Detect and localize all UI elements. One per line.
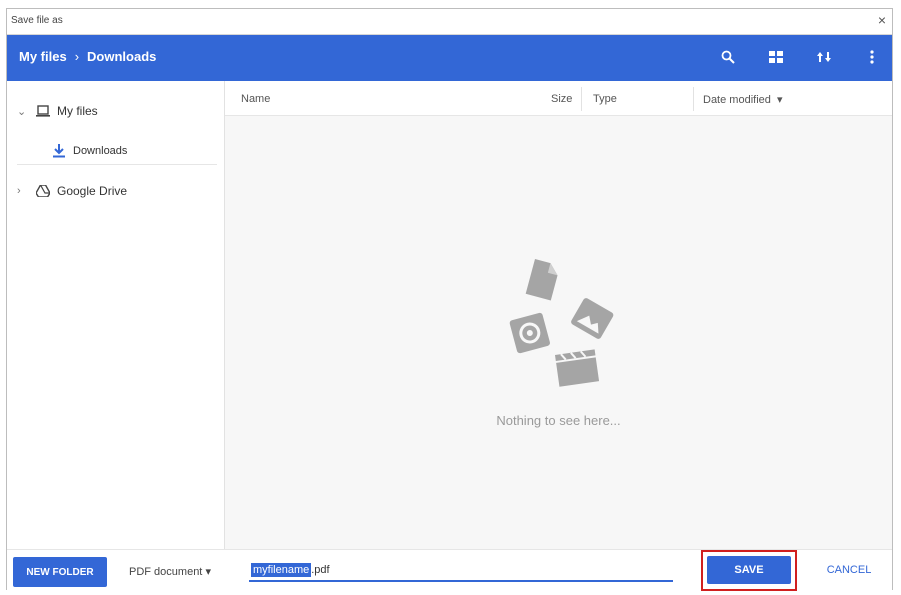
- video-icon: [555, 349, 600, 387]
- breadcrumb-my-files[interactable]: My files: [19, 49, 67, 64]
- column-divider: [693, 87, 694, 111]
- grid-view-icon[interactable]: [766, 47, 786, 67]
- file-icon: [525, 259, 558, 301]
- sidebar-item-my-files[interactable]: ⌄ My files: [17, 103, 98, 119]
- filename-input[interactable]: myfilename .pdf: [249, 560, 673, 582]
- close-icon[interactable]: ×: [878, 12, 886, 28]
- filename-extension: .pdf: [311, 564, 330, 576]
- dropdown-arrow-icon: ▾: [205, 566, 211, 578]
- sidebar-item-google-drive[interactable]: › Google Drive: [17, 183, 127, 199]
- dialog-title: Save file as: [11, 15, 63, 26]
- sidebar-item-label: My files: [57, 104, 98, 118]
- laptop-icon: [35, 103, 51, 119]
- filename-selected-text: myfilename: [251, 563, 312, 577]
- sidebar-item-label: Google Drive: [57, 184, 128, 198]
- drive-icon: [35, 183, 51, 199]
- column-size[interactable]: Size: [551, 93, 572, 105]
- column-headers: Name Size Type Date modified ▾: [225, 81, 892, 116]
- breadcrumb-separator: ›: [74, 49, 80, 64]
- save-dialog: Save file as × My files › Downloads ⌄ My…: [6, 8, 893, 591]
- cancel-button[interactable]: CANCEL: [817, 556, 881, 584]
- download-icon: [51, 143, 67, 159]
- file-list-area: Name Size Type Date modified ▾ Nothing t…: [225, 81, 892, 549]
- sidebar-item-downloads[interactable]: Downloads: [51, 143, 127, 159]
- column-date-modified[interactable]: Date modified ▾: [703, 93, 782, 106]
- empty-state-illustration: [509, 259, 614, 387]
- search-icon[interactable]: [718, 47, 738, 67]
- sidebar-divider: [17, 164, 217, 165]
- chevron-down-icon[interactable]: ⌄: [17, 105, 29, 118]
- file-type-label: PDF document: [129, 566, 203, 578]
- chevron-right-icon[interactable]: ›: [17, 185, 29, 197]
- column-name[interactable]: Name: [241, 93, 270, 105]
- more-vert-icon[interactable]: [862, 47, 882, 67]
- new-folder-button[interactable]: NEW FOLDER: [13, 557, 107, 587]
- sort-arrow-icon: ▾: [776, 94, 783, 106]
- image-icon: [571, 298, 614, 339]
- save-button[interactable]: SAVE: [707, 556, 791, 584]
- file-type-select[interactable]: PDF document ▾: [129, 565, 211, 578]
- dialog-titlebar: Save file as ×: [7, 9, 892, 35]
- blue-header: My files › Downloads: [7, 35, 892, 81]
- sort-icon[interactable]: [814, 47, 834, 67]
- sidebar: ⌄ My files Downloads › Google Drive: [7, 81, 225, 549]
- sidebar-item-label: Downloads: [73, 145, 128, 157]
- column-type[interactable]: Type: [593, 93, 617, 105]
- audio-icon: [509, 312, 550, 354]
- breadcrumb-downloads[interactable]: Downloads: [87, 49, 156, 64]
- breadcrumb: My files › Downloads: [19, 49, 156, 64]
- column-divider: [581, 87, 582, 111]
- footer-bar: NEW FOLDER PDF document ▾ myfilename .pdf…: [7, 549, 892, 591]
- column-date-label: Date modified: [703, 94, 771, 106]
- empty-state-message: Nothing to see here...: [496, 413, 621, 428]
